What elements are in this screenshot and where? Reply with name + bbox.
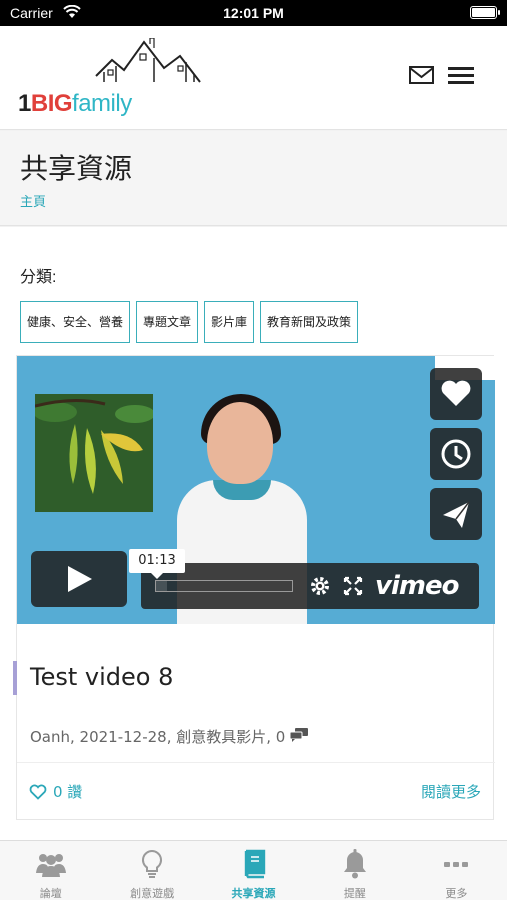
tab-forum[interactable]: 論壇: [0, 841, 101, 900]
mail-icon[interactable]: [408, 64, 436, 86]
fullscreen-icon[interactable]: [343, 576, 363, 601]
read-more-link[interactable]: 閱讀更多: [421, 781, 481, 802]
tab-label: 提醒: [343, 887, 366, 900]
book-icon: [240, 849, 268, 884]
tab-label: 創意遊戲: [130, 887, 175, 900]
send-icon: [443, 501, 470, 528]
tab-shared-resources[interactable]: 共享資源: [203, 841, 304, 900]
starfruit-image: [35, 394, 153, 512]
clock-icon: [441, 439, 471, 469]
post-meta: Oanh, 2021-12-28, 創意教具影片, 0: [30, 726, 309, 747]
categories-label: 分類:: [20, 269, 57, 286]
play-icon: [68, 566, 92, 592]
video-time-tooltip: 01:13: [129, 549, 185, 579]
category-tag-education-news[interactable]: 教育新聞及政策: [260, 301, 359, 343]
post-card: vimeo 01:13 Test video 8 Oanh, 2021-12-2…: [13, 355, 495, 820]
category-tags: 健康、安全、營養 專題文章 影片庫 教育新聞及政策: [20, 301, 359, 343]
house-roofs-icon: [95, 38, 201, 83]
category-tag-articles[interactable]: 專題文章: [136, 301, 199, 343]
video-player[interactable]: vimeo 01:13: [17, 356, 495, 624]
video-control-bar: vimeo: [141, 563, 479, 609]
tab-reminders[interactable]: 提醒: [304, 841, 405, 900]
watch-later-button[interactable]: [430, 428, 482, 480]
users-icon: [35, 849, 67, 884]
heart-outline-icon: [29, 784, 47, 800]
lightbulb-icon: [140, 849, 164, 884]
clock: 12:01 PM: [223, 5, 284, 21]
title-accent-bar: [13, 661, 17, 695]
comments-icon: [289, 727, 309, 746]
hamburger-menu-icon[interactable]: [446, 64, 476, 86]
more-dots-icon: [442, 849, 470, 884]
category-tag-videos[interactable]: 影片庫: [204, 301, 255, 343]
like-post-button[interactable]: 0 讚: [29, 781, 82, 802]
app-header: 1BIGfamily: [0, 26, 507, 130]
bell-icon: [342, 849, 368, 884]
status-bar: Carrier 12:01 PM: [0, 0, 507, 26]
main-content: 分類: 健康、安全、營養 專題文章 影片庫 教育新聞及政策 vimeo 01:1…: [0, 227, 507, 840]
tab-more[interactable]: 更多: [406, 841, 507, 900]
post-meta-text: Oanh, 2021-12-28, 創意教具影片, 0: [30, 728, 286, 746]
tab-creative-games[interactable]: 創意遊戲: [101, 841, 202, 900]
bottom-tab-bar: 論壇 創意遊戲 共享資源 提醒 更多: [0, 840, 507, 900]
battery-icon: [470, 6, 500, 19]
site-logo[interactable]: 1BIGfamily: [18, 38, 228, 124]
play-button[interactable]: [31, 551, 127, 607]
tab-label: 共享資源: [231, 887, 276, 900]
vimeo-logo[interactable]: vimeo: [375, 571, 459, 601]
heart-icon: [441, 380, 471, 406]
likes-count: 0 讚: [53, 783, 83, 801]
share-video-button[interactable]: [430, 488, 482, 540]
breadcrumb-home-link[interactable]: 主頁: [20, 191, 46, 210]
page-title: 共享資源: [20, 152, 133, 185]
page-header: 共享資源 主頁: [0, 131, 507, 226]
post-title[interactable]: Test video 8: [30, 663, 173, 691]
tab-label: 更多: [445, 887, 468, 900]
gear-icon[interactable]: [309, 575, 331, 602]
like-video-button[interactable]: [430, 368, 482, 420]
card-divider: [17, 762, 495, 763]
logo-text: 1BIGfamily: [18, 90, 132, 117]
presenter-face: [207, 402, 273, 484]
video-progress-bar[interactable]: [155, 580, 293, 592]
tab-label: 論壇: [39, 887, 62, 900]
category-tag-health[interactable]: 健康、安全、營養: [20, 301, 131, 343]
